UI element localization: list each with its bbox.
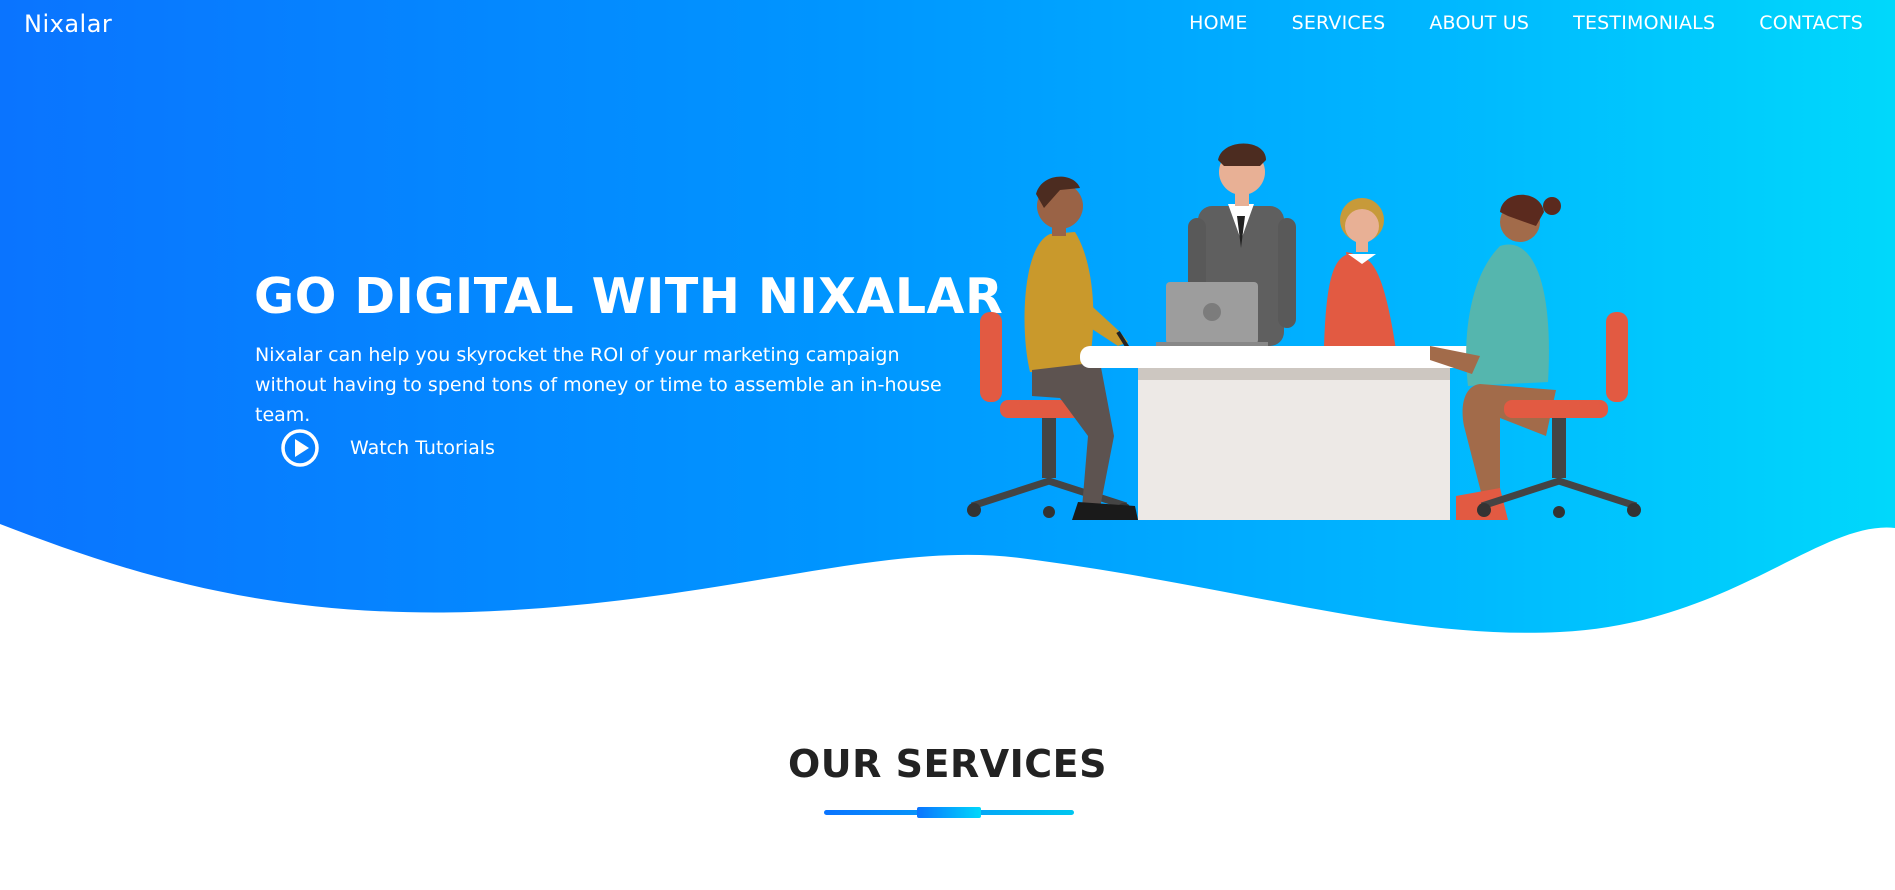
services-section-title: OUR SERVICES [788, 742, 1107, 786]
title-underline-divider [824, 807, 1074, 818]
team-meeting-illustration [967, 143, 1641, 520]
hero-section: Nixalar HOME SERVICES ABOUT US TESTIMONI… [0, 0, 1895, 650]
meeting-table [1080, 346, 1508, 520]
nav-item-contacts[interactable]: CONTACTS [1759, 12, 1863, 34]
nav-item-testimonials[interactable]: TESTIMONIALS [1573, 12, 1715, 34]
play-circle-icon [281, 429, 319, 467]
nav-item-services[interactable]: SERVICES [1292, 12, 1386, 34]
hero-title: GO DIGITAL WITH NIXALAR [254, 268, 1004, 325]
watch-tutorials-label: Watch Tutorials [350, 437, 495, 459]
top-navigation: Nixalar HOME SERVICES ABOUT US TESTIMONI… [0, 0, 1895, 50]
hero-subtitle: Nixalar can help you skyrocket the ROI o… [255, 344, 942, 426]
watch-tutorials-button[interactable]: Watch Tutorials [280, 428, 495, 468]
laptop [1156, 282, 1268, 348]
title-underline-accent [917, 807, 981, 818]
center-woman [1324, 198, 1396, 350]
nav-item-about-us[interactable]: ABOUT US [1429, 12, 1529, 34]
nav-item-home[interactable]: HOME [1189, 12, 1247, 34]
brand-logo[interactable]: Nixalar [24, 10, 112, 38]
nav-menu: HOME SERVICES ABOUT US TESTIMONIALS CONT… [1189, 12, 1863, 34]
